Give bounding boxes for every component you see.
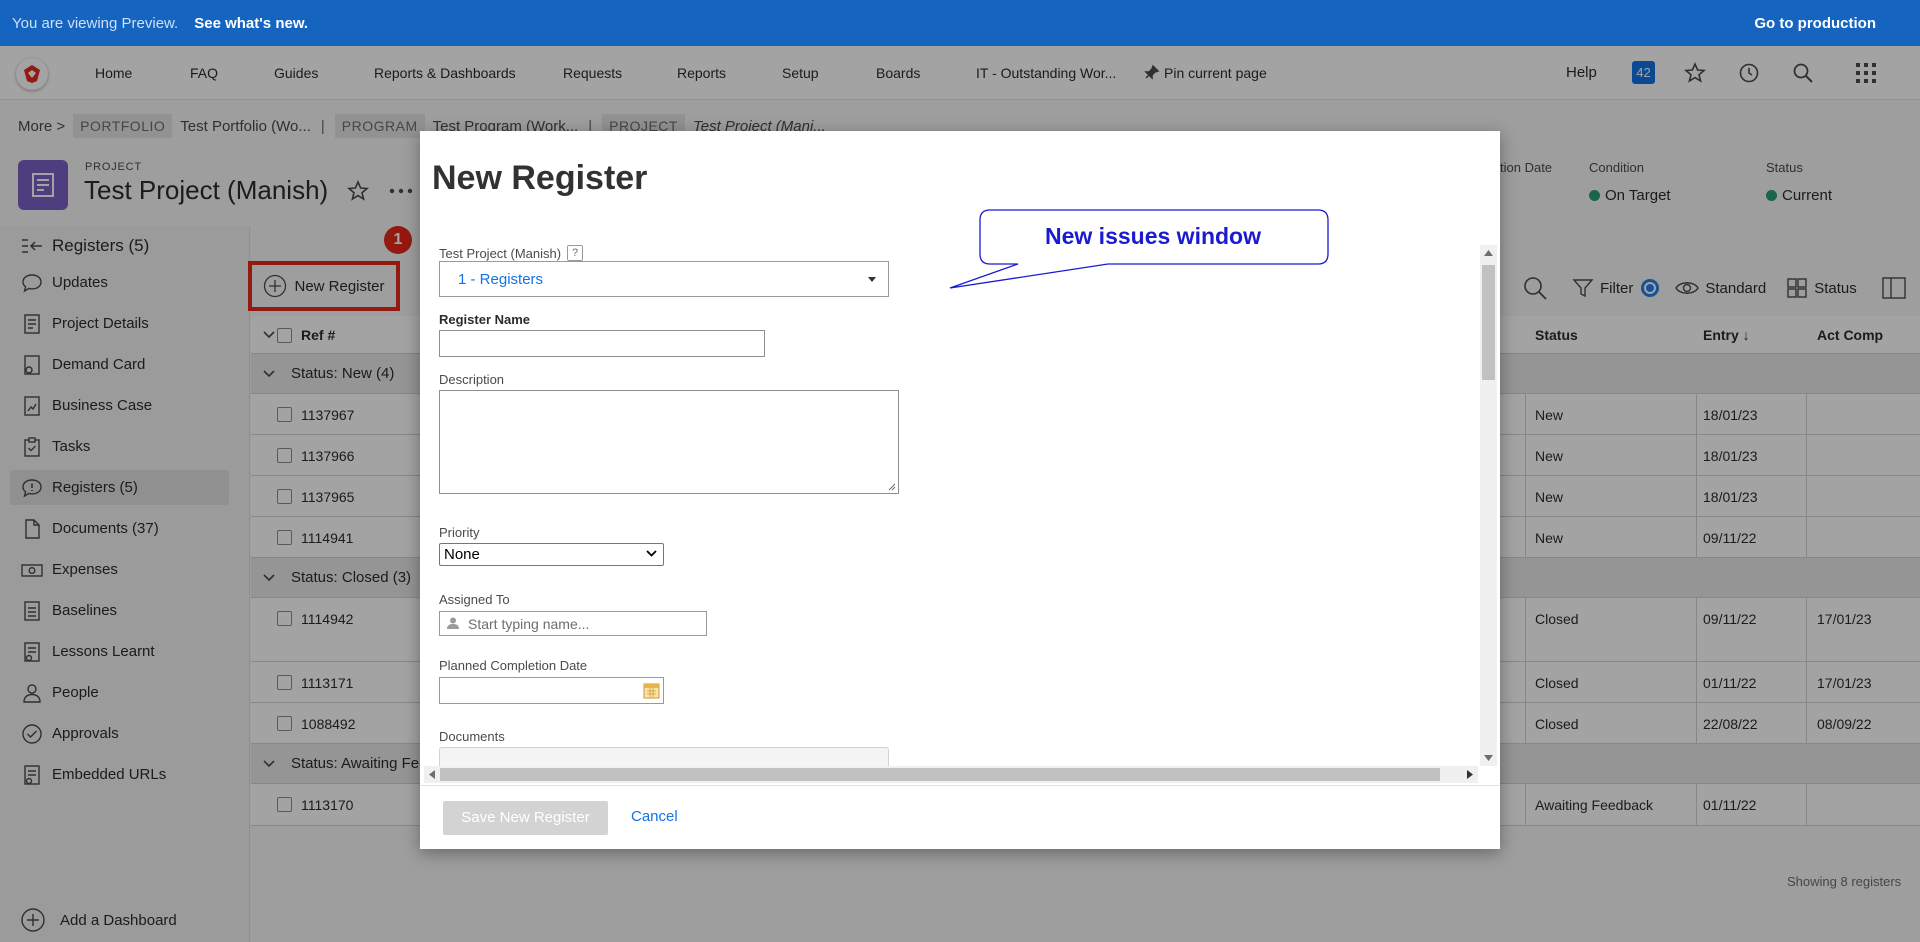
preview-banner: You are viewing Preview. See what's new.… — [0, 0, 1920, 46]
resize-handle-icon[interactable] — [887, 482, 896, 491]
annotation-text: New issues window — [1045, 223, 1261, 249]
scroll-right-icon[interactable] — [1467, 770, 1473, 779]
chevron-down-icon — [646, 550, 657, 557]
save-new-register-button[interactable]: Save New Register — [443, 801, 608, 835]
priority-label: Priority — [439, 525, 480, 540]
documents-dropzone[interactable] — [439, 747, 889, 766]
user-icon — [447, 617, 459, 629]
whats-new-link[interactable]: See what's new. — [194, 15, 308, 32]
project-label-text: Test Project (Manish) — [439, 245, 562, 261]
register-type-value: 1 - Registers — [458, 271, 544, 288]
planned-completion-input[interactable] — [439, 677, 664, 704]
project-field-label: Test Project (Manish) ? — [439, 245, 584, 261]
vertical-scroll-thumb[interactable] — [1482, 265, 1495, 380]
register-name-input[interactable] — [439, 330, 765, 357]
dialog-footer: Save New Register Cancel — [420, 785, 1500, 849]
preview-text: You are viewing Preview. — [12, 14, 179, 32]
scroll-up-icon[interactable] — [1484, 250, 1493, 256]
help-icon[interactable]: ? — [567, 245, 584, 261]
horizontal-scroll-thumb[interactable] — [440, 768, 1440, 781]
calendar-icon[interactable] — [643, 682, 660, 699]
register-name-label: Register Name — [439, 312, 531, 327]
assigned-to-label: Assigned To — [439, 592, 510, 607]
planned-completion-label: Planned Completion Date — [439, 658, 588, 673]
priority-value: None — [444, 546, 480, 563]
scroll-left-icon[interactable] — [429, 770, 435, 779]
go-to-production-link[interactable]: Go to production — [1754, 15, 1876, 32]
horizontal-scrollbar[interactable] — [424, 766, 1478, 783]
assigned-to-input[interactable]: Start typing name... — [439, 611, 707, 636]
cancel-button[interactable]: Cancel — [631, 808, 678, 825]
priority-select[interactable]: None — [439, 543, 664, 566]
description-label: Description — [439, 372, 505, 387]
scroll-down-icon[interactable] — [1484, 755, 1493, 761]
dialog-body: Test Project (Manish) ? 1 - Registers Re… — [428, 245, 1485, 766]
dialog-title: New Register — [432, 159, 648, 197]
vertical-scrollbar[interactable] — [1480, 245, 1497, 766]
documents-label: Documents — [439, 729, 505, 744]
register-type-select[interactable]: 1 - Registers — [439, 261, 889, 297]
dropdown-caret-icon — [868, 277, 876, 282]
description-textarea[interactable] — [439, 390, 899, 494]
assigned-to-placeholder: Start typing name... — [468, 616, 590, 632]
